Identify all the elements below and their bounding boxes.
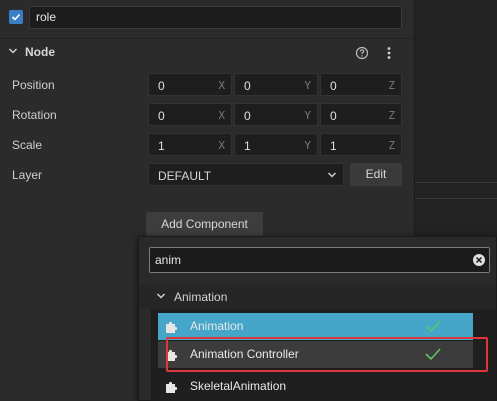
layer-select[interactable]: DEFAULT [148, 163, 344, 186]
divider [415, 198, 497, 199]
position-x-field[interactable]: 0 X [148, 73, 232, 96]
component-item-label: Animation Controller [190, 347, 299, 361]
checkmark-icon [11, 13, 21, 21]
component-item-animation[interactable]: Animation [158, 313, 473, 340]
rotation-label: Rotation [12, 108, 57, 122]
axis-x-label: X [218, 109, 225, 122]
node-name-row: role [0, 0, 414, 36]
scale-y-field[interactable]: 1 Y [234, 133, 318, 156]
clear-search-icon[interactable] [472, 253, 486, 267]
scale-z-value: 1 [330, 139, 337, 153]
position-z-value: 0 [330, 79, 337, 93]
divider [415, 182, 497, 183]
axis-x-label: X [218, 79, 225, 92]
scale-label: Scale [12, 138, 43, 152]
position-x-value: 0 [158, 79, 165, 93]
component-item-skeletal-animation[interactable]: SkeletalAnimation [158, 373, 473, 400]
axis-y-label: Y [304, 109, 311, 122]
layer-edit-button[interactable]: Edit [350, 163, 402, 186]
axis-x-label: X [218, 139, 225, 152]
scale-x-field[interactable]: 1 X [148, 133, 232, 156]
node-name-input[interactable]: role [29, 6, 402, 29]
layer-value: DEFAULT [158, 169, 212, 183]
position-y-field[interactable]: 0 Y [234, 73, 318, 96]
rotation-x-value: 0 [158, 109, 165, 123]
component-item-label: Animation [190, 319, 244, 333]
position-y-value: 0 [244, 79, 251, 93]
layer-row: Layer DEFAULT Edit [0, 163, 414, 187]
help-icon[interactable] [355, 46, 369, 60]
rotation-z-value: 0 [330, 109, 337, 123]
puzzle-icon [166, 321, 178, 333]
add-component-button[interactable]: Add Component [146, 212, 263, 237]
axis-z-label: Z [388, 109, 395, 122]
node-section-title: Node [25, 45, 55, 59]
scale-y-value: 1 [244, 139, 251, 153]
scale-x-value: 1 [158, 139, 165, 153]
axis-z-label: Z [388, 79, 395, 92]
rotation-y-field[interactable]: 0 Y [234, 103, 318, 126]
component-item-label: SkeletalAnimation [190, 379, 287, 393]
component-search-box[interactable] [149, 247, 490, 273]
scale-row: Scale 1 X 1 Y 1 Z [0, 133, 414, 157]
check-icon [425, 320, 441, 333]
check-icon [425, 348, 441, 361]
axis-z-label: Z [388, 139, 395, 152]
scale-z-field[interactable]: 1 Z [320, 133, 402, 156]
chevron-down-icon [327, 172, 337, 178]
add-component-popup: Animation Animation Animation Controller… [138, 236, 497, 401]
rotation-row: Rotation 0 X 0 Y 0 Z [0, 103, 414, 127]
component-search-input[interactable] [150, 248, 460, 272]
chevron-down-icon[interactable] [8, 46, 18, 56]
layer-label: Layer [12, 168, 43, 182]
chevron-down-icon[interactable] [156, 291, 166, 301]
rotation-x-field[interactable]: 0 X [148, 103, 232, 126]
rotation-y-value: 0 [244, 109, 251, 123]
rotation-z-field[interactable]: 0 Z [320, 103, 402, 126]
node-active-checkbox[interactable] [9, 10, 23, 24]
node-section-header[interactable]: Node [0, 38, 414, 66]
component-item-animation-controller[interactable]: Animation Controller [158, 341, 473, 368]
position-row: Position 0 X 0 Y 0 Z [0, 73, 414, 97]
axis-y-label: Y [304, 139, 311, 152]
more-vertical-icon[interactable] [384, 45, 394, 61]
position-label: Position [12, 78, 55, 92]
puzzle-icon [166, 381, 178, 393]
puzzle-icon [166, 349, 178, 361]
category-label: Animation [174, 290, 228, 304]
position-z-field[interactable]: 0 Z [320, 73, 402, 96]
axis-y-label: Y [304, 79, 311, 92]
category-animation-header[interactable]: Animation [139, 285, 496, 309]
